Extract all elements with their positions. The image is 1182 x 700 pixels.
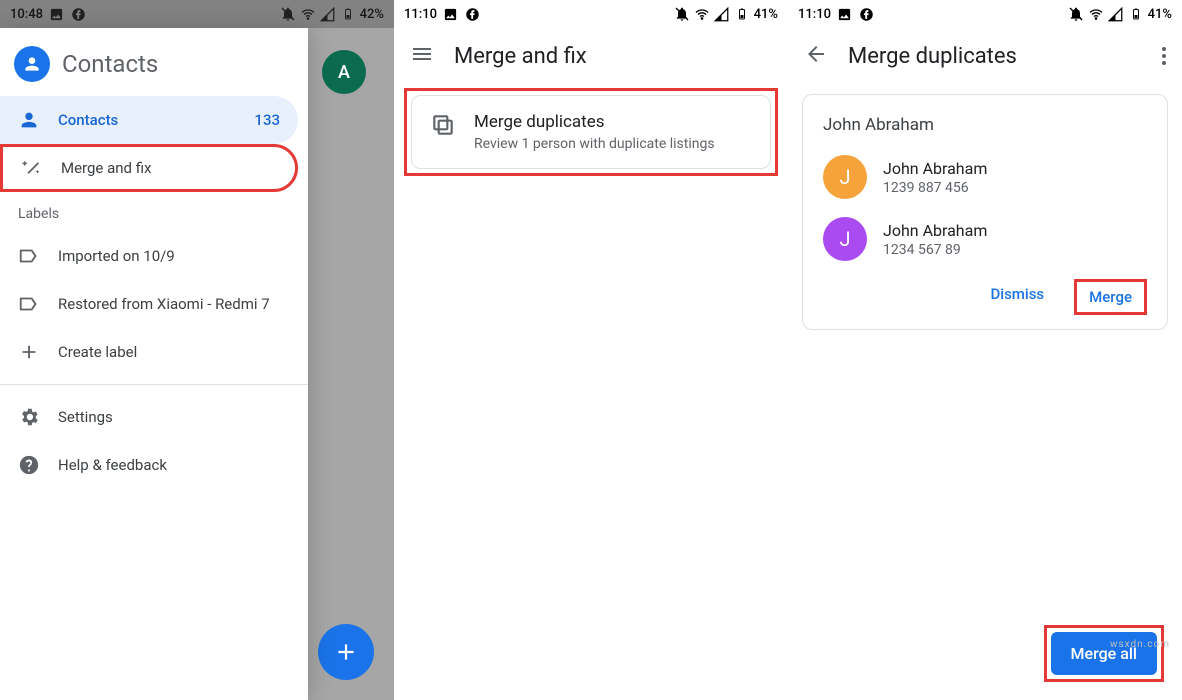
- person-icon: [18, 109, 40, 131]
- facebook-icon: [859, 6, 875, 22]
- contacts-count: 133: [254, 111, 280, 129]
- status-bar: 11:10 41%: [788, 0, 1182, 28]
- image-icon: [837, 6, 853, 22]
- create-label[interactable]: Create label: [0, 328, 298, 376]
- bell-off-icon: [674, 6, 690, 22]
- app-bar: Merge and fix: [394, 28, 788, 84]
- watermark: wsxdn.com: [1110, 639, 1170, 650]
- status-time: 11:10: [404, 7, 437, 22]
- status-battery: 41%: [1148, 7, 1172, 22]
- avatar: J: [823, 217, 867, 261]
- label-text: Imported on 10/9: [58, 247, 175, 265]
- screenshot-merge-and-fix: 11:10 41% Merge and fix Merge duplicates…: [394, 0, 788, 700]
- drawer-item-contacts[interactable]: Contacts 133: [0, 96, 298, 144]
- group-name: John Abraham: [823, 115, 1147, 135]
- add-contact-fab[interactable]: [318, 624, 374, 680]
- page-title: Merge duplicates: [848, 44, 1017, 69]
- dismiss-button[interactable]: Dismiss: [980, 279, 1054, 315]
- wifi-icon: [1088, 6, 1104, 22]
- duplicate-entry[interactable]: J John Abraham 1234 567 89: [823, 217, 1147, 261]
- app-title: Contacts: [62, 50, 158, 78]
- plus-icon: [18, 341, 40, 363]
- merge-duplicates-card[interactable]: Merge duplicates Review 1 person with du…: [411, 95, 771, 169]
- drawer-item-help[interactable]: Help & feedback: [0, 441, 298, 489]
- screenshot-contacts-drawer: 10:48 42% A: [0, 0, 394, 700]
- settings-label: Settings: [58, 408, 113, 426]
- image-icon: [443, 6, 459, 22]
- drawer-item-label: Merge and fix: [61, 159, 151, 177]
- account-avatar[interactable]: A: [322, 50, 366, 94]
- signal-icon: [714, 6, 730, 22]
- label-icon: [18, 245, 40, 267]
- battery-icon: [734, 6, 750, 22]
- overflow-menu-icon[interactable]: [1162, 47, 1166, 65]
- screenshot-merge-duplicates: 11:10 41% Merge duplicates John Abraham …: [788, 0, 1182, 700]
- hamburger-icon[interactable]: [410, 42, 434, 70]
- app-bar: Merge duplicates: [788, 28, 1182, 84]
- duplicate-group-card: John Abraham J John Abraham 1239 887 456…: [802, 94, 1168, 330]
- navigation-drawer: Contacts Contacts 133 Merge and fix Labe…: [0, 28, 308, 700]
- highlight-box: Merge: [1074, 279, 1147, 315]
- label-icon: [18, 293, 40, 315]
- label-text: Restored from Xiaomi - Redmi 7: [58, 295, 270, 313]
- wifi-icon: [694, 6, 710, 22]
- magic-wand-icon: [21, 157, 43, 179]
- gear-icon: [18, 406, 40, 428]
- drawer-item-settings[interactable]: Settings: [0, 393, 298, 441]
- contact-phone: 1234 567 89: [883, 242, 987, 258]
- contact-phone: 1239 887 456: [883, 180, 987, 196]
- facebook-icon: [465, 6, 481, 22]
- help-icon: [18, 454, 40, 476]
- create-label-text: Create label: [58, 343, 137, 361]
- signal-icon: [1108, 6, 1124, 22]
- highlight-box: Merge duplicates Review 1 person with du…: [404, 88, 778, 176]
- drawer-item-merge-and-fix[interactable]: Merge and fix: [0, 144, 298, 192]
- battery-icon: [1128, 6, 1144, 22]
- divider: [0, 384, 308, 385]
- contact-name: John Abraham: [883, 221, 987, 240]
- help-label: Help & feedback: [58, 456, 167, 474]
- status-battery: 41%: [754, 7, 778, 22]
- labels-header: Labels: [0, 192, 308, 232]
- contact-name: John Abraham: [883, 159, 987, 178]
- back-icon[interactable]: [804, 42, 828, 70]
- drawer-item-label: Contacts: [58, 111, 118, 129]
- label-item[interactable]: Restored from Xiaomi - Redmi 7: [0, 280, 298, 328]
- label-item[interactable]: Imported on 10/9: [0, 232, 298, 280]
- status-bar: 11:10 41%: [394, 0, 788, 28]
- status-time: 11:10: [798, 7, 831, 22]
- merge-button[interactable]: Merge: [1079, 282, 1142, 312]
- avatar: J: [823, 155, 867, 199]
- bell-off-icon: [1068, 6, 1084, 22]
- contacts-app-icon: [14, 46, 50, 82]
- card-title: Merge duplicates: [474, 112, 715, 132]
- highlight-box: Merge all: [1044, 625, 1164, 682]
- page-title: Merge and fix: [454, 44, 587, 69]
- drawer-header: Contacts: [0, 28, 308, 96]
- duplicate-entry[interactable]: J John Abraham 1239 887 456: [823, 155, 1147, 199]
- copy-icon: [430, 112, 456, 142]
- card-subtitle: Review 1 person with duplicate listings: [474, 136, 715, 152]
